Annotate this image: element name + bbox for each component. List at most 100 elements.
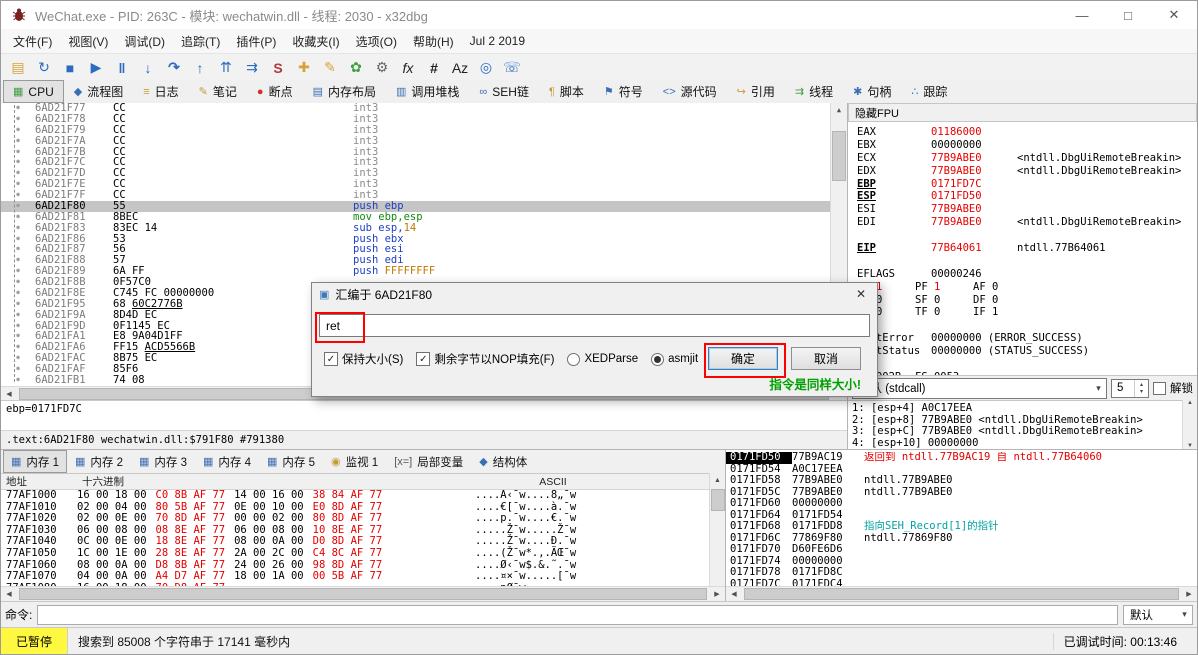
- scroll-thumb[interactable]: [832, 131, 846, 181]
- ok-button[interactable]: 确定: [708, 347, 778, 370]
- register-row[interactable]: ECX77B9ABE0<ntdll.DbgUiRemoteBreakin>: [857, 152, 1197, 165]
- disasm-row[interactable]: ●6AD21F8653push ebx: [1, 234, 847, 245]
- menu-item-6[interactable]: 收藏夹(I): [284, 29, 347, 54]
- dump-hscrollbar[interactable]: ◀ ▶: [1, 586, 725, 601]
- unlock-checkbox[interactable]: 解锁: [1153, 380, 1193, 396]
- breakpoint-dot-icon[interactable]: ●: [1, 353, 35, 364]
- register-row[interactable]: EDX77B9ABE0<ntdll.DbgUiRemoteBreakin>: [857, 165, 1197, 178]
- tab-locals[interactable]: [x=]局部变量: [386, 450, 471, 473]
- menu-item-7[interactable]: 选项(O): [348, 29, 405, 54]
- assembly-instruction-input[interactable]: [319, 314, 870, 337]
- disasm-row[interactable]: ●6AD21F77CCint3: [1, 103, 847, 114]
- breakpoint-dot-icon[interactable]: ●: [1, 277, 35, 288]
- tab-threads[interactable]: ⇉线程: [785, 80, 843, 103]
- dialog-close-button[interactable]: ✕: [845, 283, 877, 305]
- register-row[interactable]: EBX00000000: [857, 139, 1197, 152]
- keep-size-checkbox[interactable]: ✓ 保持大小(S): [324, 351, 403, 367]
- register-row[interactable]: EAX01186000: [857, 126, 1197, 139]
- tab-watch1[interactable]: ◉监视 1: [323, 450, 386, 473]
- hide-fpu-button[interactable]: 隐藏FPU: [848, 103, 1197, 122]
- dump-row[interactable]: 77AF100016 00 18 00C0 8B AF 7714 00 16 0…: [1, 490, 725, 502]
- command-script-select[interactable]: 默认 ▾: [1123, 605, 1193, 625]
- tab-breakpoints[interactable]: ●断点: [247, 80, 303, 103]
- breakpoint-dot-icon[interactable]: ●: [1, 375, 35, 386]
- calling-convention-select[interactable]: 默认 (stdcall) ▾: [852, 378, 1107, 399]
- dump-row[interactable]: 77AF107004 00 0A 00A4 D7 AF 7718 00 1A 0…: [1, 571, 725, 583]
- register-row[interactable]: ZF 1PF 1AF 0: [857, 281, 1197, 294]
- menu-item-9[interactable]: Jul 2 2019: [462, 30, 533, 52]
- tab-references[interactable]: ↪引用: [727, 80, 785, 103]
- run-to-user-code-icon[interactable]: ⇉: [239, 56, 265, 79]
- breakpoint-dot-icon[interactable]: ●: [1, 310, 35, 321]
- breakpoint-dot-icon[interactable]: ●: [1, 321, 35, 332]
- register-row[interactable]: OF 0SF 0DF 0: [857, 294, 1197, 307]
- breakpoint-dot-icon[interactable]: ●: [1, 157, 35, 168]
- close-button[interactable]: ✕: [1151, 1, 1197, 29]
- step-into-icon[interactable]: ↓: [135, 56, 161, 79]
- breakpoint-dot-icon[interactable]: ●: [1, 364, 35, 375]
- tab-call-stack[interactable]: ▥调用堆栈: [386, 80, 469, 103]
- register-row[interactable]: EBP0171FD7C: [857, 178, 1197, 191]
- breakpoint-dot-icon[interactable]: ●: [1, 168, 35, 179]
- disasm-row[interactable]: ●6AD21F78CCint3: [1, 114, 847, 125]
- menu-item-2[interactable]: 视图(V): [60, 29, 116, 54]
- dump-vscrollbar[interactable]: ▲: [709, 473, 725, 587]
- arg-count-spinner[interactable]: 5 ▴▾: [1111, 379, 1149, 398]
- scroll-thumb[interactable]: [744, 588, 1179, 600]
- scroll-left-icon[interactable]: ◀: [726, 590, 742, 598]
- scroll-thumb[interactable]: [19, 588, 707, 600]
- disasm-row[interactable]: ●6AD21F7ACCint3: [1, 136, 847, 147]
- stack-row[interactable]: 0171FD5077B9AC19返回到 ntdll.77B9AC19 自 ntd…: [726, 452, 1197, 464]
- tab-seh[interactable]: ∞SEH链: [469, 80, 539, 103]
- menu-item-4[interactable]: 追踪(T): [173, 29, 228, 54]
- cancel-button[interactable]: 取消: [791, 347, 861, 370]
- disasm-row[interactable]: ●6AD21F7BCCint3: [1, 147, 847, 158]
- tab-symbols[interactable]: ⚑符号: [594, 80, 653, 103]
- breakpoint-dot-icon[interactable]: ●: [1, 223, 35, 234]
- breakpoint-dot-icon[interactable]: ●: [1, 190, 35, 201]
- breakpoint-dot-icon[interactable]: ●: [1, 288, 35, 299]
- pause-icon[interactable]: ‖: [109, 56, 135, 79]
- disasm-row[interactable]: ●6AD21F7DCCint3: [1, 168, 847, 179]
- tab-trace[interactable]: ∴跟踪: [901, 80, 957, 103]
- open-file-icon[interactable]: ▤: [5, 56, 31, 79]
- register-row[interactable]: EIP77B64061ntdll.77B64061: [857, 242, 1197, 255]
- scroll-up-icon[interactable]: ▲: [831, 103, 847, 117]
- step-out-icon[interactable]: ↑: [187, 56, 213, 79]
- tab-memory-map[interactable]: ▤内存布局: [303, 80, 386, 103]
- breakpoint-dot-icon[interactable]: ●: [1, 234, 35, 245]
- command-input[interactable]: [37, 605, 1118, 625]
- scroll-right-icon[interactable]: ▶: [709, 590, 725, 598]
- stack-row[interactable]: 0171FD70D60FE6D6: [726, 544, 1197, 556]
- breakpoint-dot-icon[interactable]: ●: [1, 103, 35, 114]
- disasm-row[interactable]: ●6AD21F8383EC 14sub esp,14: [1, 223, 847, 234]
- disasm-row[interactable]: ●6AD21F7FCCint3: [1, 190, 847, 201]
- breakpoint-dot-icon[interactable]: ●: [1, 244, 35, 255]
- menu-item-3[interactable]: 调试(D): [116, 29, 173, 54]
- breakpoint-dot-icon[interactable]: ●: [1, 266, 35, 277]
- arguments-vscrollbar[interactable]: ▲ ▼: [1182, 400, 1197, 449]
- attach-icon[interactable]: ☏: [499, 56, 525, 79]
- tab-dump2[interactable]: ▦内存 2: [67, 450, 131, 473]
- scroll-up-icon[interactable]: ▲: [710, 473, 725, 487]
- stack-row[interactable]: 0171FD680171FDD8指向SEH_Record[1]的指针: [726, 521, 1197, 533]
- disasm-row[interactable]: ●6AD21F8756push esi: [1, 244, 847, 255]
- terminate-icon[interactable]: ■: [57, 56, 83, 79]
- favourites-icon[interactable]: ✿: [343, 56, 369, 79]
- breakpoint-dot-icon[interactable]: ●: [1, 255, 35, 266]
- breakpoint-dot-icon[interactable]: ●: [1, 201, 35, 212]
- run-icon[interactable]: ▶: [83, 56, 109, 79]
- register-row[interactable]: EFLAGS00000246: [857, 268, 1197, 281]
- strings-icon[interactable]: Az: [447, 56, 473, 79]
- breakpoint-dot-icon[interactable]: ●: [1, 179, 35, 190]
- breakpoint-dot-icon[interactable]: ●: [1, 125, 35, 136]
- disasm-row[interactable]: ●6AD21F79CCint3: [1, 125, 847, 136]
- tab-graph[interactable]: ◆流程图: [64, 80, 133, 103]
- spinner-arrows-icon[interactable]: ▴▾: [1134, 380, 1148, 397]
- scroll-thumb[interactable]: [711, 489, 725, 511]
- breakpoint-dot-icon[interactable]: ●: [1, 147, 35, 158]
- comment-icon[interactable]: ✎: [317, 56, 343, 79]
- memory-map-icon[interactable]: #: [421, 56, 447, 79]
- disasm-row[interactable]: ●6AD21F818BECmov ebp,esp: [1, 212, 847, 223]
- tab-source[interactable]: <>源代码: [653, 80, 727, 103]
